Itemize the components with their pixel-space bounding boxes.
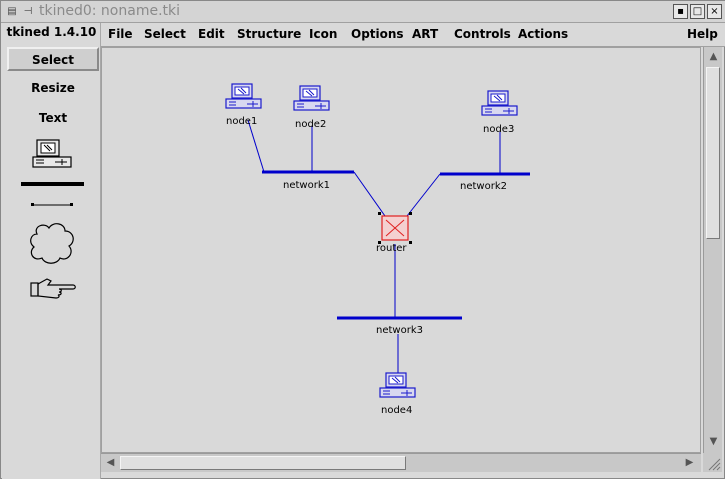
link-network1-router[interactable] (353, 171, 386, 217)
menu-edit[interactable]: Edit (198, 27, 225, 41)
menu-actions[interactable]: Actions (518, 27, 568, 41)
tool-resize[interactable]: Resize (7, 77, 99, 101)
menu-art[interactable]: ART (412, 27, 438, 41)
selection-handle[interactable] (378, 212, 381, 215)
tool-text[interactable]: Text (7, 107, 99, 131)
link-network2-router[interactable] (406, 173, 441, 217)
menu-file[interactable]: File (108, 27, 133, 41)
menu-icon[interactable]: Icon (309, 27, 337, 41)
horizontal-scroll-thumb[interactable] (120, 456, 406, 470)
network-tool-icon[interactable] (21, 182, 84, 186)
selection-handle[interactable] (409, 212, 412, 215)
scroll-down-icon[interactable]: ▼ (705, 433, 722, 450)
resize-grip[interactable] (703, 453, 722, 472)
window-title: tkined0: noname.tki (39, 3, 181, 19)
node2-icon[interactable] (293, 85, 330, 111)
node4-label: node4 (381, 405, 412, 416)
scroll-right-icon[interactable]: ▶ (681, 454, 698, 471)
title-bar[interactable]: ▤ ⊣ tkined0: noname.tki ▪ □ × (1, 1, 725, 23)
maximize-button[interactable]: □ (690, 4, 705, 19)
link-tool-icon[interactable] (30, 201, 74, 209)
scroll-left-icon[interactable]: ◀ (102, 454, 119, 471)
cloud-tool-icon[interactable] (27, 220, 77, 266)
app-version: tkined 1.4.10 (6, 25, 97, 39)
vertical-scroll-thumb[interactable] (706, 67, 720, 239)
network2-label: network2 (460, 181, 507, 192)
selection-handle[interactable] (409, 241, 412, 244)
node2-label: node2 (295, 119, 326, 130)
menu-controls[interactable]: Controls (454, 27, 511, 41)
pin-icon[interactable]: ⊣ (21, 5, 35, 19)
node4-icon[interactable] (379, 372, 416, 398)
menu-help[interactable]: Help (687, 27, 718, 41)
close-button[interactable]: × (707, 4, 722, 19)
iconify-button[interactable]: ▪ (673, 4, 688, 19)
link-node1-network1[interactable] (247, 119, 265, 173)
node3-label: node3 (483, 124, 514, 135)
router-label: router (376, 243, 407, 254)
node3-icon[interactable] (481, 90, 518, 116)
node-tool-icon[interactable] (31, 139, 75, 171)
scroll-up-icon[interactable]: ▲ (705, 48, 722, 65)
menu-options[interactable]: Options (351, 27, 404, 41)
tool-palette: tkined 1.4.10 Select Resize Text (2, 23, 101, 479)
router-icon[interactable] (378, 212, 412, 244)
vertical-scrollbar[interactable]: ▲ ▼ (703, 47, 722, 453)
menu-structure[interactable]: Structure (237, 27, 301, 41)
network-canvas[interactable]: network1 network2 network3 node1 node2 n… (101, 47, 701, 453)
network3-label: network3 (376, 325, 423, 336)
node1-icon[interactable] (225, 83, 262, 109)
network1-label: network1 (283, 180, 330, 191)
menu-bar: File Select Edit Structure Icon Options … (101, 23, 725, 47)
node1-label: node1 (226, 116, 257, 127)
window-menu-icon[interactable]: ▤ (5, 5, 19, 19)
tool-select[interactable]: Select (7, 47, 99, 71)
menu-select[interactable]: Select (144, 27, 186, 41)
app-window: ▤ ⊣ tkined0: noname.tki ▪ □ × tkined 1.4… (0, 0, 725, 479)
horizontal-scrollbar[interactable]: ◀ ▶ (101, 453, 701, 472)
pointing-hand-icon[interactable] (29, 275, 77, 301)
